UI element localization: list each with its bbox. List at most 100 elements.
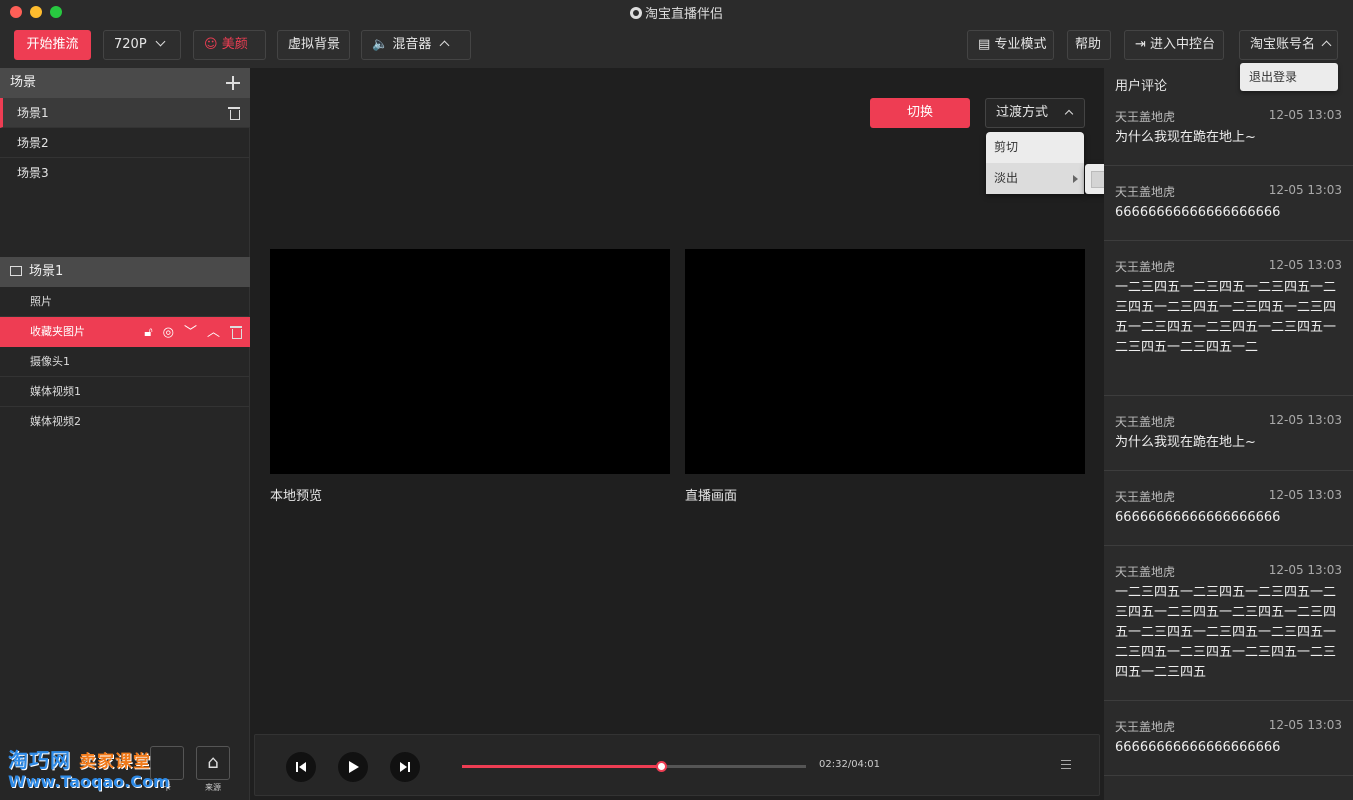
- local-preview-canvas[interactable]: [270, 249, 670, 474]
- move-down-icon[interactable]: ﹀: [184, 326, 197, 339]
- virtual-background-label: 虚拟背景: [288, 37, 341, 52]
- beauty-face-icon: ☺: [204, 37, 218, 52]
- delete-scene-icon[interactable]: [228, 106, 240, 120]
- start-stream-button[interactable]: 开始推流: [14, 30, 91, 60]
- home-button[interactable]: ⌂: [196, 746, 230, 780]
- live-preview-label: 直播画面: [685, 489, 738, 504]
- resolution-select[interactable]: 720P: [103, 30, 181, 60]
- comment-text: 66666666666666666666: [1115, 740, 1281, 755]
- window-title-text: 淘宝直播伴侣: [644, 7, 723, 22]
- comment-item: 天王盖地虎 12-05 13:03 66666666666666666666: [1104, 488, 1353, 546]
- scene-item-label: 场景1: [17, 106, 49, 120]
- watermark: 淘巧网 卖家课堂: [8, 744, 151, 773]
- source-item-label: 摄像头1: [30, 355, 70, 368]
- playback-time: 02:32/04:01: [819, 759, 881, 770]
- comment-text: 为什么我现在跪在地上~: [1115, 435, 1256, 450]
- source-actions: 🔓︎ ◎ ﹀ ︿: [144, 317, 242, 347]
- transition-option-cut[interactable]: 剪切: [986, 132, 1084, 163]
- hide-eye-icon[interactable]: ◎: [163, 326, 174, 339]
- comment-item: 天王盖地虎 12-05 13:03 一二三四五一二三四五一二三四五一二三四五一二…: [1104, 258, 1353, 396]
- home-label: 来源: [205, 783, 221, 792]
- comment-time: 12-05 13:03: [1268, 258, 1342, 272]
- comment-item: 天王盖地虎 12-05 13:03 一二三四五一二三四五一二三四五一二三四五一二…: [1104, 563, 1353, 701]
- live-preview-canvas[interactable]: [685, 249, 1085, 474]
- scene-clapper-icon: [10, 266, 22, 276]
- chevron-up-icon: [1064, 109, 1074, 119]
- source-item-label: 媒体视频2: [30, 415, 81, 428]
- submenu-arrow-icon: [1073, 175, 1078, 183]
- scenes-header-label: 场景: [10, 75, 37, 90]
- switch-button[interactable]: 切换: [870, 98, 970, 128]
- source-item[interactable]: 媒体视频2: [0, 407, 250, 437]
- scene-item[interactable]: 场景3: [0, 158, 250, 188]
- play-icon: [349, 761, 359, 773]
- source-item[interactable]: 收藏夹图片 🔓︎ ◎ ﹀ ︿: [0, 317, 250, 347]
- transition-label: 过渡方式: [996, 105, 1049, 120]
- comment-text: 为什么我现在跪在地上~: [1115, 130, 1256, 145]
- console-button[interactable]: ⇥ 进入中控台: [1124, 30, 1224, 60]
- resolution-value: 720P: [114, 37, 147, 52]
- mixer-button[interactable]: 🔈 混音器: [361, 30, 471, 60]
- account-button[interactable]: 淘宝账号名: [1239, 30, 1338, 60]
- comment-user: 天王盖地虎: [1115, 720, 1176, 734]
- sources-header: 场景1: [0, 257, 250, 287]
- beauty-button[interactable]: ☺ 美颜: [193, 30, 266, 60]
- speaker-icon: 🔈: [372, 37, 389, 52]
- layout-icon: ▤: [978, 37, 991, 52]
- title-bar: 淘宝直播伴侣: [0, 0, 1353, 24]
- help-button[interactable]: 帮助: [1067, 30, 1111, 60]
- source-item-label: 媒体视频1: [30, 385, 81, 398]
- playlist-menu-icon[interactable]: [1061, 760, 1071, 769]
- lock-icon[interactable]: 🔓︎: [144, 326, 152, 339]
- comment-user: 天王盖地虎: [1115, 490, 1176, 504]
- comment-time: 12-05 13:03: [1268, 718, 1342, 732]
- menu-item-label: 剪切: [994, 140, 1019, 154]
- virtual-background-button[interactable]: 虚拟背景: [277, 30, 350, 60]
- progress-slider[interactable]: [462, 761, 806, 772]
- logout-menu-item[interactable]: 退出登录: [1249, 70, 1297, 84]
- comment-text: 66666666666666666666: [1115, 205, 1281, 220]
- beauty-label: 美颜: [221, 37, 248, 52]
- comment-time: 12-05 13:03: [1268, 183, 1342, 197]
- home-icon: ⌂: [207, 752, 219, 773]
- scene-item[interactable]: 场景1: [0, 98, 250, 128]
- switch-label: 切换: [906, 105, 933, 120]
- progress-thumb[interactable]: [655, 761, 667, 772]
- source-item[interactable]: 摄像头1: [0, 347, 250, 377]
- transition-select[interactable]: 过渡方式: [985, 98, 1085, 128]
- skip-forward-icon: [400, 762, 410, 772]
- toolbar: 开始推流 720P ☺ 美颜 虚拟背景 🔈 混音器 ▤ 专业模式 帮助 ⇥ 进入…: [0, 24, 1353, 68]
- source-item[interactable]: 照片: [0, 287, 250, 317]
- transition-option-fade[interactable]: 淡出: [986, 163, 1084, 194]
- comment-time: 12-05 13:03: [1268, 563, 1342, 577]
- watermark-text: 淘巧网: [8, 748, 71, 772]
- source-item[interactable]: 媒体视频1: [0, 377, 250, 407]
- chevron-down-icon: [155, 36, 166, 47]
- comment-user: 天王盖地虎: [1115, 185, 1176, 199]
- scene-item[interactable]: 场景2: [0, 128, 250, 158]
- sources-header-label: 场景1: [29, 264, 64, 279]
- next-button[interactable]: [390, 752, 420, 782]
- add-scene-icon[interactable]: [226, 76, 240, 90]
- previous-button[interactable]: [286, 752, 316, 782]
- comments-title: 用户评论: [1115, 79, 1168, 94]
- start-stream-label: 开始推流: [26, 37, 79, 52]
- scene-item-label: 场景2: [17, 136, 49, 150]
- play-button[interactable]: [338, 752, 368, 782]
- watermark-url: Www.Taoqao.Com: [8, 772, 170, 791]
- progress-fill: [462, 765, 662, 768]
- pro-mode-button[interactable]: ▤ 专业模式: [967, 30, 1054, 60]
- account-menu: 退出登录: [1240, 63, 1338, 91]
- delete-source-icon[interactable]: [230, 325, 242, 339]
- comment-time: 12-05 13:03: [1268, 488, 1342, 502]
- comment-user: 天王盖地虎: [1115, 565, 1176, 579]
- local-preview-label: 本地预览: [270, 489, 323, 504]
- enter-icon: ⇥: [1135, 37, 1146, 52]
- comment-time: 12-05 13:03: [1268, 108, 1342, 122]
- skip-back-icon: [296, 762, 306, 772]
- comments-panel: 用户评论 天王盖地虎 12-05 13:03 为什么我现在跪在地上~ 天王盖地虎…: [1104, 68, 1353, 800]
- move-up-icon[interactable]: ︿: [207, 326, 220, 339]
- comment-text: 一二三四五一二三四五一二三四五一二三四五一二三四五一二三四五一二三四五一二三四五…: [1115, 585, 1337, 680]
- comment-item: 天王盖地虎 12-05 13:03 66666666666666666666: [1104, 183, 1353, 241]
- comment-time: 12-05 13:03: [1268, 413, 1342, 427]
